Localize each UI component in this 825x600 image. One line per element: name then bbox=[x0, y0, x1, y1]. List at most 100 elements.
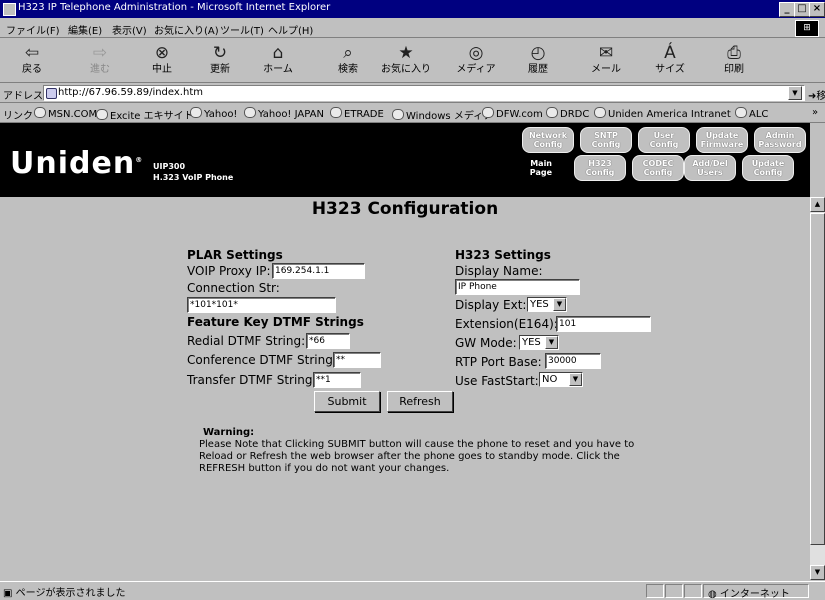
conference-dtmf-input[interactable]: ** bbox=[333, 352, 381, 368]
extension-label: Extension(E164): bbox=[455, 317, 558, 331]
link-yahoo[interactable]: Yahoo! bbox=[190, 107, 237, 120]
security-zone: ◍ インターネット bbox=[703, 584, 809, 600]
mail-icon: ✉ bbox=[598, 43, 614, 63]
submit-button[interactable]: Submit bbox=[314, 391, 380, 412]
page-content: H323 Configuration PLAR Settings VOIP Pr… bbox=[0, 197, 810, 580]
forward-label: 進む bbox=[90, 64, 110, 75]
warning-title: Warning: bbox=[203, 427, 255, 438]
link-label: Excite エキサイト bbox=[110, 111, 194, 122]
nav-network-config[interactable]: Network Config bbox=[522, 127, 574, 153]
menu-tools[interactable]: ツール(T) bbox=[220, 22, 264, 37]
scroll-down-icon[interactable]: ▼ bbox=[810, 565, 825, 580]
history-label: 履歴 bbox=[528, 64, 548, 75]
favorites-button[interactable]: ★ お気に入り bbox=[380, 42, 432, 80]
page-icon bbox=[46, 88, 57, 99]
chevron-down-icon[interactable]: ▼ bbox=[545, 336, 558, 349]
home-button[interactable]: ⌂ ホーム bbox=[252, 42, 304, 80]
nav-codec-config[interactable]: CODEC Config bbox=[632, 155, 684, 181]
link-icon bbox=[482, 107, 494, 118]
nav-update-firmware[interactable]: Update Firmware bbox=[696, 127, 748, 153]
stop-button[interactable]: ⊗ 中止 bbox=[136, 42, 188, 80]
transfer-dtmf-input[interactable]: **1 bbox=[313, 372, 361, 388]
menu-edit[interactable]: 編集(E) bbox=[68, 22, 102, 37]
minimize-button[interactable]: _ bbox=[779, 2, 795, 17]
search-icon: ⌕ bbox=[343, 43, 353, 63]
link-yahoo-japan[interactable]: Yahoo! JAPAN bbox=[244, 107, 324, 120]
gw-mode-select[interactable]: YES ▼ bbox=[519, 335, 559, 350]
voip-proxy-input[interactable]: 169.254.1.1 bbox=[272, 263, 365, 279]
link-drdc[interactable]: DRDC bbox=[546, 107, 589, 120]
print-button[interactable]: ⎙ 印刷 bbox=[708, 42, 760, 80]
page-done-icon: ▣ bbox=[3, 588, 13, 599]
display-ext-value: YES bbox=[530, 299, 549, 310]
nav-user-config[interactable]: User Config bbox=[638, 127, 690, 153]
search-button[interactable]: ⌕ 検索 bbox=[322, 42, 374, 80]
link-excite[interactable]: Excite エキサイト bbox=[96, 107, 194, 122]
model-line-2: H.323 VoIP Phone bbox=[153, 173, 234, 182]
chevron-down-icon[interactable]: ▼ bbox=[553, 298, 566, 311]
menu-help[interactable]: ヘルプ(H) bbox=[268, 22, 313, 37]
close-button[interactable]: × bbox=[809, 2, 825, 17]
link-uniden-intranet[interactable]: Uniden America Intranet bbox=[594, 107, 731, 120]
chevron-down-icon[interactable]: ▼ bbox=[569, 373, 582, 386]
links-label: リンク bbox=[3, 111, 33, 122]
link-etrade[interactable]: ETRADE bbox=[330, 107, 384, 120]
chevron-right-icon[interactable]: » bbox=[812, 107, 818, 118]
extension-input[interactable]: 101 bbox=[556, 316, 651, 332]
refresh-form-button[interactable]: Refresh bbox=[387, 391, 453, 412]
faststart-select[interactable]: NO ▼ bbox=[539, 372, 583, 387]
link-windows-media[interactable]: Windows メディア bbox=[392, 107, 493, 122]
history-button[interactable]: ◴ 履歴 bbox=[512, 42, 564, 80]
link-alc[interactable]: ALC bbox=[735, 107, 768, 120]
back-button[interactable]: ⇦ 戻る bbox=[6, 42, 58, 80]
link-msn[interactable]: MSN.COM bbox=[34, 107, 97, 120]
link-label: ETRADE bbox=[344, 109, 384, 120]
refresh-button[interactable]: ↻ 更新 bbox=[194, 42, 246, 80]
vertical-scrollbar[interactable]: ▲ ▼ bbox=[810, 197, 825, 580]
link-label: MSN.COM bbox=[48, 109, 98, 120]
model-line-1: UIP300 bbox=[153, 162, 186, 171]
link-dfw[interactable]: DFW.com bbox=[482, 107, 543, 120]
windows-logo-icon: ⊞ bbox=[795, 20, 819, 37]
dtmf-heading: Feature Key DTMF Strings bbox=[187, 315, 364, 329]
nav-h323-config[interactable]: H323 Config bbox=[574, 155, 626, 181]
scroll-thumb[interactable] bbox=[810, 213, 825, 545]
connection-str-input[interactable]: *101*101* bbox=[187, 297, 336, 313]
conference-dtmf-label: Conference DTMF String: bbox=[187, 353, 337, 367]
menu-favorites[interactable]: お気に入り(A) bbox=[154, 22, 219, 37]
link-label: Yahoo! bbox=[204, 109, 238, 120]
rtp-port-input[interactable]: 30000 bbox=[545, 353, 601, 369]
refresh-icon: ↻ bbox=[212, 43, 228, 63]
media-button[interactable]: ◎ メディア bbox=[450, 42, 502, 80]
address-input[interactable]: http://67.96.59.89/index.htm ▼ bbox=[43, 85, 805, 101]
stop-label: 中止 bbox=[152, 64, 172, 75]
window-title-bar[interactable]: H323 IP Telephone Administration - Micro… bbox=[0, 0, 825, 18]
display-ext-select[interactable]: YES ▼ bbox=[527, 297, 567, 312]
chevron-down-icon[interactable]: ▼ bbox=[788, 86, 802, 100]
mail-button[interactable]: ✉ メール bbox=[580, 42, 632, 80]
menu-view[interactable]: 表示(V) bbox=[112, 22, 147, 37]
menu-bar: ファイル(F) 編集(E) 表示(V) お気に入り(A) ツール(T) ヘルプ(… bbox=[0, 18, 825, 38]
nav-main-page[interactable]: Main Page bbox=[522, 159, 552, 177]
nav-admin-password[interactable]: Admin Password bbox=[754, 127, 806, 153]
display-name-input[interactable]: IP Phone bbox=[455, 279, 580, 295]
favorites-icon: ★ bbox=[398, 43, 414, 63]
nav-update-config[interactable]: Update Config bbox=[742, 155, 794, 181]
nav-add-del-users[interactable]: Add/Del Users bbox=[684, 155, 736, 181]
nav-sntp-config[interactable]: SNTP Config bbox=[580, 127, 632, 153]
link-label: Uniden America Intranet bbox=[608, 109, 731, 120]
page-title: H323 Configuration bbox=[311, 199, 499, 219]
links-bar: リンク MSN.COM Excite エキサイト Yahoo! Yahoo! J… bbox=[0, 103, 825, 123]
font-size-button[interactable]: Á サイズ bbox=[644, 42, 696, 80]
maximize-button[interactable]: □ bbox=[794, 2, 810, 17]
forward-button[interactable]: ⇨ 進む bbox=[74, 42, 126, 80]
scroll-up-icon[interactable]: ▲ bbox=[810, 197, 825, 212]
status-panel bbox=[646, 584, 664, 598]
go-button[interactable]: ➜移動 bbox=[808, 87, 825, 102]
warning-text: Please Note that Clicking SUBMIT button … bbox=[199, 439, 635, 474]
search-label: 検索 bbox=[338, 64, 358, 75]
redial-dtmf-input[interactable]: *66 bbox=[306, 333, 350, 349]
uniden-logo: Uniden® bbox=[10, 146, 144, 181]
home-icon: ⌂ bbox=[272, 43, 284, 63]
menu-file[interactable]: ファイル(F) bbox=[6, 22, 60, 37]
